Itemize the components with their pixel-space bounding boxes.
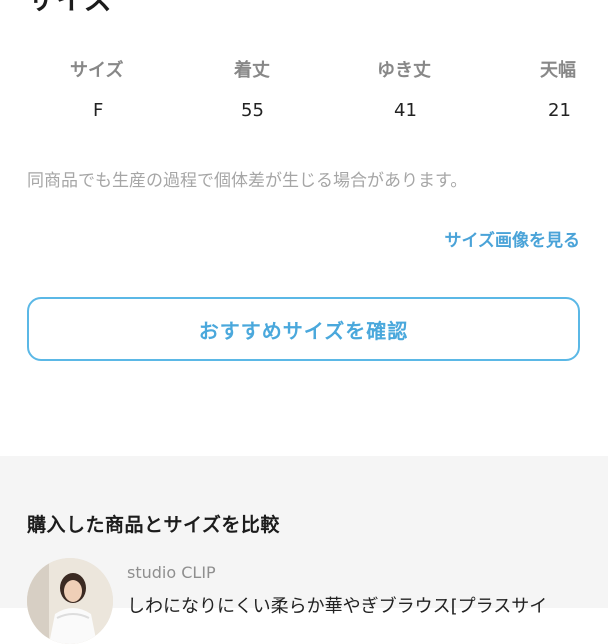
compare-section-title: 購入した商品とサイズを比較 <box>27 514 280 536</box>
product-name[interactable]: しわになりにくい柔らか華やぎブラウス[プラスサイ <box>127 592 547 618</box>
size-header-size: サイズ <box>70 60 124 81</box>
size-header-length: 着丈 <box>234 60 270 81</box>
size-variance-note: 同商品でも生産の過程で個体差が生じる場合があります。 <box>27 171 468 191</box>
size-image-link[interactable]: サイズ画像を見る <box>445 226 581 251</box>
size-header-shoulder: 天幅 <box>540 60 576 81</box>
size-value-length: 55 <box>241 100 264 121</box>
recommend-size-button[interactable]: おすすめサイズを確認 <box>27 297 580 361</box>
size-value-size: F <box>93 100 104 121</box>
product-photo-icon <box>27 558 113 644</box>
compare-section: 購入した商品とサイズを比較 studio CLIP しわになりにくい柔らか華やぎ… <box>0 456 608 644</box>
size-value-sleeve: 41 <box>394 100 417 121</box>
size-table-value-row: F 55 41 21 <box>0 100 608 126</box>
size-section-title: サイズ <box>27 0 113 18</box>
size-value-shoulder: 21 <box>548 100 571 121</box>
product-thumbnail[interactable] <box>27 558 113 644</box>
product-brand: studio CLIP <box>127 563 216 582</box>
size-table-header-row: サイズ 着丈 ゆき丈 天幅 <box>0 56 608 82</box>
size-header-sleeve: ゆき丈 <box>377 60 431 81</box>
